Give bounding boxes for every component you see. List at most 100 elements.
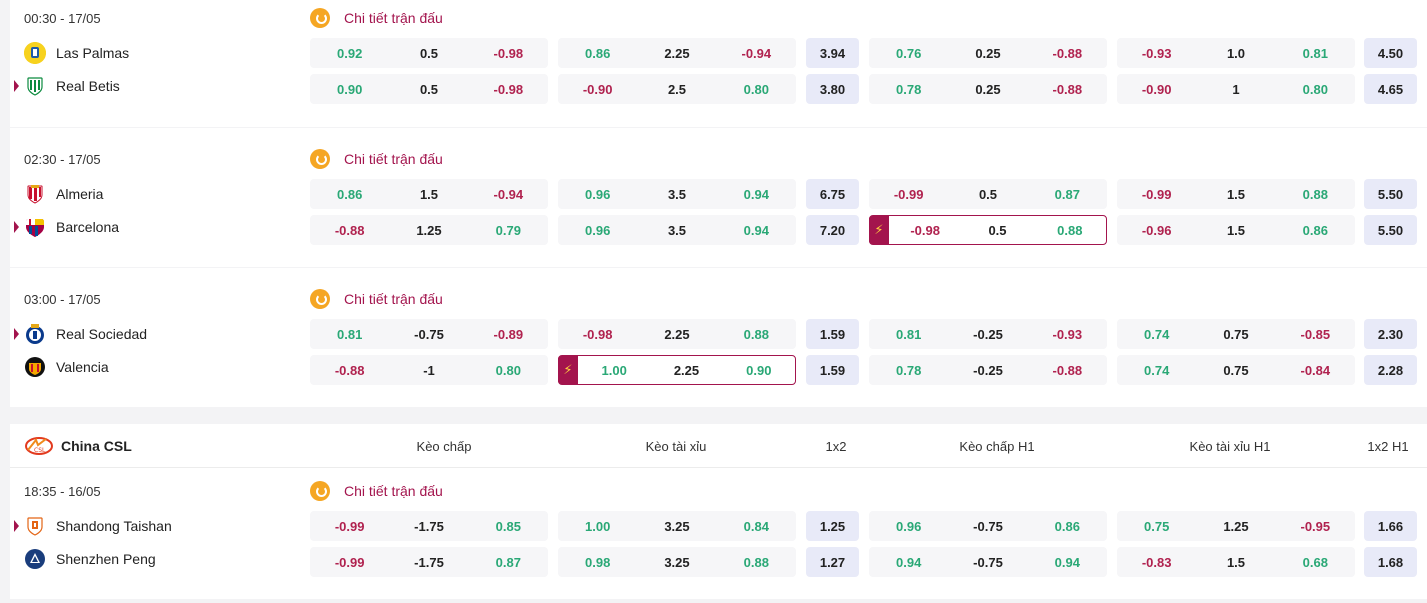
odds-value[interactable]: -0.89 — [469, 327, 548, 342]
handicap-h1-odds[interactable]: 0.94 -0.75 0.94 — [869, 547, 1107, 577]
handicap-odds[interactable]: 0.86 1.5 -0.94 — [310, 179, 548, 209]
odds-value[interactable]: -0.88 — [1028, 82, 1107, 97]
odds-value[interactable]: 0.76 — [869, 46, 948, 61]
odds-value[interactable]: -0.98 — [889, 223, 961, 238]
over-under-h1-odds[interactable]: -0.93 1.0 0.81 — [1117, 38, 1355, 68]
odds-value[interactable]: -0.95 — [1276, 519, 1355, 534]
handicap-odds[interactable]: 0.92 0.5 -0.98 — [310, 38, 548, 68]
x12-h1-odds[interactable]: 4.50 — [1364, 38, 1417, 68]
x12-h1-odds[interactable]: 2.28 — [1364, 355, 1417, 385]
handicap-h1-odds[interactable]: 0.76 0.25 -0.88 — [869, 38, 1107, 68]
odds-value[interactable]: 0.94 — [869, 555, 948, 570]
odds-value[interactable]: -0.93 — [1028, 327, 1107, 342]
over-under-h1-odds[interactable]: 0.75 1.25 -0.95 — [1117, 511, 1355, 541]
handicap-h1-odds[interactable]: 0.81 -0.25 -0.93 — [869, 319, 1107, 349]
odds-value[interactable]: 0.87 — [469, 555, 548, 570]
odds-value[interactable]: 0.96 — [869, 519, 948, 534]
team-row[interactable]: Shandong Taishan — [14, 514, 172, 538]
over-under-h1-odds[interactable]: -0.96 1.5 0.86 — [1117, 215, 1355, 245]
odds-value[interactable]: -0.94 — [717, 46, 796, 61]
team-row[interactable]: Barcelona — [14, 215, 119, 239]
team-row[interactable]: Valencia — [24, 355, 109, 379]
match-detail-link[interactable]: Chi tiết trận đấu — [310, 8, 443, 28]
handicap-h1-odds-changed[interactable]: ⚡ -0.98 0.5 0.88 — [869, 215, 1107, 245]
x12-odds[interactable]: 6.75 — [806, 179, 859, 209]
team-row[interactable]: Shenzhen Peng — [24, 547, 156, 571]
odds-value[interactable]: 1.00 — [578, 363, 650, 378]
team-row[interactable]: Almeria — [24, 182, 103, 206]
odds-value[interactable]: -0.93 — [1117, 46, 1196, 61]
x12-odds[interactable]: 1.59 — [806, 355, 859, 385]
odds-value[interactable]: 0.81 — [1276, 46, 1355, 61]
x12-h1-odds[interactable]: 4.65 — [1364, 74, 1417, 104]
odds-value[interactable]: -0.88 — [1028, 363, 1107, 378]
odds-value[interactable]: 0.78 — [869, 363, 948, 378]
odds-value[interactable]: 0.85 — [469, 519, 548, 534]
odds-value[interactable]: 0.88 — [717, 327, 796, 342]
odds-value[interactable]: -0.88 — [310, 223, 389, 238]
odds-value[interactable]: -0.88 — [310, 363, 389, 378]
team-row[interactable]: Las Palmas — [24, 41, 129, 65]
odds-value[interactable]: -0.85 — [1276, 327, 1355, 342]
odds-value[interactable]: 0.79 — [469, 223, 548, 238]
odds-value[interactable]: -0.99 — [310, 519, 389, 534]
odds-value[interactable]: -0.96 — [1117, 223, 1196, 238]
odds-value[interactable]: 0.81 — [869, 327, 948, 342]
odds-value[interactable]: 0.94 — [717, 223, 796, 238]
odds-value[interactable]: 0.96 — [558, 223, 637, 238]
handicap-odds[interactable]: -0.99 -1.75 0.85 — [310, 511, 548, 541]
x12-h1-odds[interactable]: 5.50 — [1364, 215, 1417, 245]
match-detail-link[interactable]: Chi tiết trận đấu — [310, 289, 443, 309]
over-under-odds[interactable]: 1.00 3.25 0.84 — [558, 511, 796, 541]
odds-value[interactable]: 0.98 — [558, 555, 637, 570]
odds-value[interactable]: -0.88 — [1028, 46, 1107, 61]
over-under-odds[interactable]: 0.96 3.5 0.94 — [558, 179, 796, 209]
odds-value[interactable]: 0.78 — [869, 82, 948, 97]
over-under-odds[interactable]: -0.98 2.25 0.88 — [558, 319, 796, 349]
odds-value[interactable]: -0.90 — [558, 82, 637, 97]
over-under-h1-odds[interactable]: -0.90 1 0.80 — [1117, 74, 1355, 104]
odds-value[interactable]: -0.84 — [1276, 363, 1355, 378]
x12-h1-odds[interactable]: 1.68 — [1364, 547, 1417, 577]
match-detail-link[interactable]: Chi tiết trận đấu — [310, 149, 443, 169]
odds-value[interactable]: 0.74 — [1117, 327, 1196, 342]
x12-odds[interactable]: 1.25 — [806, 511, 859, 541]
odds-value[interactable]: 0.84 — [717, 519, 796, 534]
odds-value[interactable]: 0.90 — [723, 363, 795, 378]
handicap-h1-odds[interactable]: 0.78 -0.25 -0.88 — [869, 355, 1107, 385]
odds-value[interactable]: 0.90 — [310, 82, 389, 97]
x12-odds[interactable]: 3.94 — [806, 38, 859, 68]
handicap-h1-odds[interactable]: 0.78 0.25 -0.88 — [869, 74, 1107, 104]
over-under-h1-odds[interactable]: -0.83 1.5 0.68 — [1117, 547, 1355, 577]
x12-h1-odds[interactable]: 2.30 — [1364, 319, 1417, 349]
odds-value[interactable]: 0.92 — [310, 46, 389, 61]
over-under-odds[interactable]: -0.90 2.5 0.80 — [558, 74, 796, 104]
odds-value[interactable]: -0.99 — [1117, 187, 1196, 202]
team-row[interactable]: Real Betis — [14, 74, 120, 98]
handicap-odds[interactable]: -0.99 -1.75 0.87 — [310, 547, 548, 577]
over-under-h1-odds[interactable]: 0.74 0.75 -0.84 — [1117, 355, 1355, 385]
odds-value[interactable]: 0.80 — [1276, 82, 1355, 97]
odds-value[interactable]: 0.74 — [1117, 363, 1196, 378]
over-under-odds[interactable]: 0.98 3.25 0.88 — [558, 547, 796, 577]
odds-value[interactable]: 0.94 — [717, 187, 796, 202]
odds-value[interactable]: 0.68 — [1276, 555, 1355, 570]
team-row[interactable]: Real Sociedad — [14, 322, 147, 346]
odds-value[interactable]: -0.98 — [469, 46, 548, 61]
handicap-odds[interactable]: 0.90 0.5 -0.98 — [310, 74, 548, 104]
over-under-odds-changed[interactable]: ⚡ 1.00 2.25 0.90 — [558, 355, 796, 385]
odds-value[interactable]: -0.98 — [469, 82, 548, 97]
over-under-h1-odds[interactable]: 0.74 0.75 -0.85 — [1117, 319, 1355, 349]
odds-value[interactable]: -0.99 — [310, 555, 389, 570]
odds-value[interactable]: 0.96 — [558, 187, 637, 202]
odds-value[interactable]: 0.81 — [310, 327, 389, 342]
odds-value[interactable]: -0.94 — [469, 187, 548, 202]
odds-value[interactable]: 0.75 — [1117, 519, 1196, 534]
over-under-odds[interactable]: 0.96 3.5 0.94 — [558, 215, 796, 245]
x12-h1-odds[interactable]: 5.50 — [1364, 179, 1417, 209]
odds-value[interactable]: 0.88 — [1276, 187, 1355, 202]
odds-value[interactable]: -0.98 — [558, 327, 637, 342]
odds-value[interactable]: 0.87 — [1028, 187, 1107, 202]
odds-value[interactable]: 0.88 — [717, 555, 796, 570]
odds-value[interactable]: 0.80 — [717, 82, 796, 97]
